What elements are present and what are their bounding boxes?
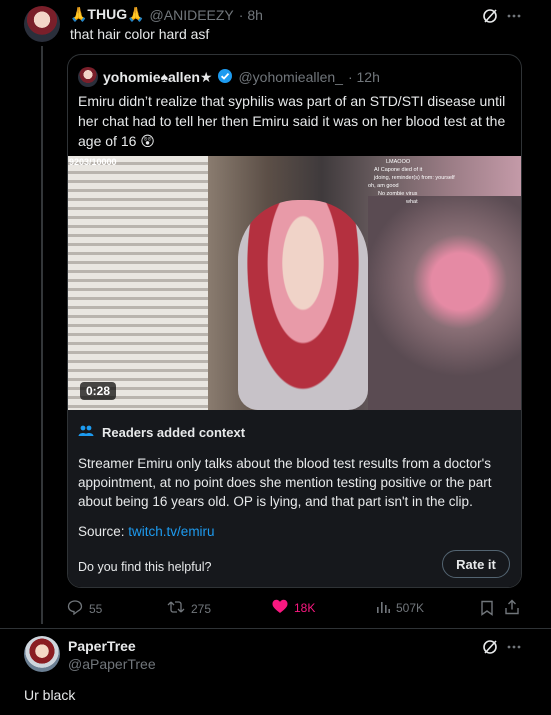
like-count: 18K [294, 601, 316, 615]
quoted-author-display-name[interactable]: yohomie♠allen★ [103, 69, 212, 86]
chat-line: LMAOOO [386, 159, 411, 165]
reply-author-handle[interactable]: @aPaperTree [68, 656, 156, 672]
verified-badge-icon [217, 68, 233, 87]
community-note-title: Readers added context [102, 425, 246, 440]
rate-it-button[interactable]: Rate it [442, 550, 510, 578]
post-divider [0, 628, 551, 629]
quoted-post-text: Emiru didn’t realize that syphilis was p… [78, 93, 506, 149]
quoted-author-handle[interactable]: @yohomieallen_ [238, 69, 343, 85]
grok-slash-icon[interactable] [482, 639, 498, 655]
reply-action[interactable]: 55 [67, 599, 102, 618]
video-duration-badge: 0:28 [80, 382, 117, 400]
more-horizontal-icon[interactable] [506, 8, 522, 24]
share-icon[interactable] [504, 599, 520, 615]
bookmark-icon[interactable] [480, 600, 494, 616]
reply-text: Ur black [24, 687, 76, 703]
video-chat-overlay: LMAOOO AI Capone died of it jdoing, remi… [358, 158, 518, 206]
repost-icon [167, 599, 185, 618]
reply-count: 55 [89, 601, 103, 616]
video-player[interactable]: LMAOOO AI Capone died of it jdoing, remi… [68, 156, 521, 410]
post-text: that hair color hard asf [70, 26, 210, 42]
like-action[interactable]: 18K [272, 599, 315, 617]
quoted-author-avatar[interactable] [78, 67, 98, 87]
quoted-post-time: · 12h [347, 69, 380, 85]
repost-action[interactable]: 275 [167, 599, 211, 618]
chat-line: No zombie virus [378, 191, 418, 197]
views-count: 507K [396, 600, 425, 615]
post-header: 🙏THUG🙏 @ANIDEEZY · 8h [70, 6, 263, 23]
people-icon [78, 424, 94, 441]
streamer-figure [238, 200, 368, 410]
source-link[interactable]: twitch.tv/emiru [128, 524, 214, 539]
chat-line: jdoing, reminder(s) from: yourself [374, 175, 455, 181]
reply-author-display-name[interactable]: PaperTree [68, 638, 136, 654]
heart-icon [272, 599, 288, 617]
community-note-header: Readers added context [78, 424, 245, 441]
views-chart-icon [376, 599, 390, 616]
reply-author-avatar[interactable] [24, 636, 60, 672]
grok-slash-icon[interactable] [482, 8, 498, 24]
repost-count: 275 [191, 601, 212, 616]
video-duration: 0:28 [86, 384, 111, 398]
helpful-question: Do you find this helpful? [78, 560, 212, 574]
more-horizontal-icon[interactable] [506, 639, 522, 655]
post-time[interactable]: · 8h [239, 7, 263, 23]
video-background-blinds [68, 156, 208, 410]
quoted-post-card[interactable]: yohomie♠allen★ @yohomieallen_ · 12h Emir… [67, 54, 522, 588]
video-overlay-counter: 9203/10000 [69, 157, 117, 167]
reply-icon [67, 599, 83, 618]
chat-line: what [406, 199, 418, 205]
community-note-body: Streamer Emiru only talks about the bloo… [78, 456, 492, 509]
views-action[interactable]: 507K [376, 599, 424, 616]
author-handle[interactable]: @ANIDEEZY [150, 7, 234, 23]
community-note: Readers added context Streamer Emiru onl… [68, 410, 521, 587]
author-display-name[interactable]: 🙏THUG🙏 [70, 6, 145, 23]
community-note-source: Source: twitch.tv/emiru [78, 524, 215, 539]
video-background-room [368, 196, 521, 410]
thread-line [41, 46, 43, 624]
chat-line: oh, am good [368, 183, 399, 189]
quoted-post-header: yohomie♠allen★ @yohomieallen_ · 12h [78, 67, 380, 87]
source-label: Source: [78, 524, 125, 539]
chat-line: AI Capone died of it [374, 167, 423, 173]
author-avatar[interactable] [24, 6, 60, 42]
